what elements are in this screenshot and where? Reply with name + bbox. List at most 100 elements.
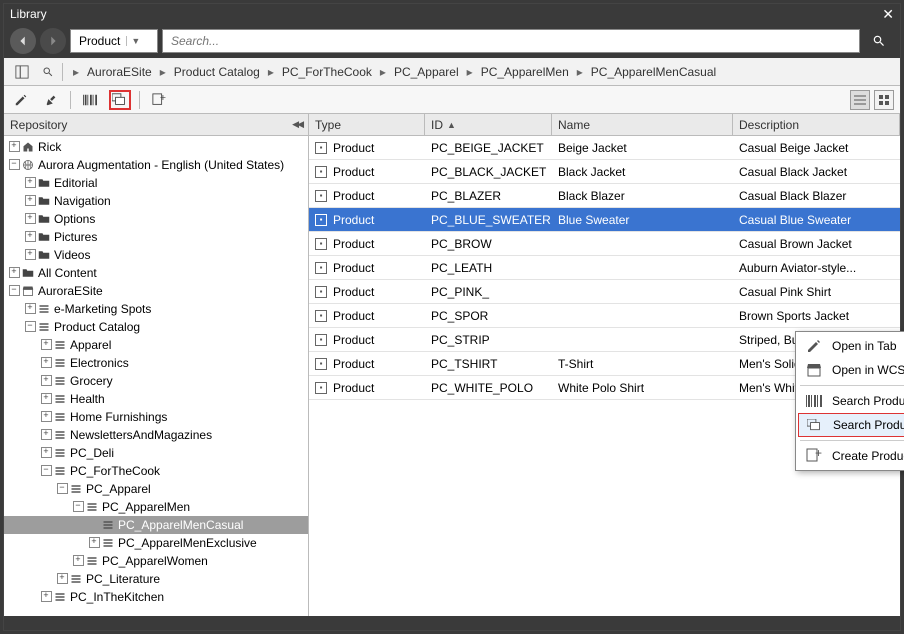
tree-toggle-icon[interactable] [40,408,52,426]
tree-toggle-icon[interactable] [24,174,36,192]
table-row[interactable]: ▪ProductPC_BLUE_SWEATERBlue SweaterCasua… [309,208,900,232]
search-pictures-icon[interactable] [109,90,131,110]
tree-row[interactable]: Health [4,390,308,408]
tree-row[interactable]: PC_ApparelMen [4,498,308,516]
tree-row[interactable]: Rick [4,138,308,156]
repository-tree[interactable]: RickAurora Augmentation - English (Unite… [4,136,308,616]
table-row[interactable]: ▪ProductPC_BLAZERBlack BlazerCasual Blac… [309,184,900,208]
tree-row[interactable]: PC_ApparelWomen [4,552,308,570]
tree-toggle-icon[interactable] [56,480,68,498]
tree-row[interactable]: Videos [4,246,308,264]
tree-row[interactable]: PC_ApparelMenCasual [4,516,308,534]
table-row[interactable]: ▪ProductPC_BROWCasual Brown Jacket [309,232,900,256]
back-button[interactable] [10,28,36,54]
search-button[interactable] [864,29,894,53]
tree-toggle-icon[interactable] [8,264,20,282]
barcode-icon[interactable] [79,89,101,111]
grid-view-button[interactable] [874,90,894,110]
tree-toggle-icon[interactable] [88,534,100,552]
pencil-icon[interactable] [10,89,32,111]
col-desc[interactable]: Description [733,114,900,135]
pen-icon[interactable] [40,89,62,111]
tree-row[interactable]: Grocery [4,372,308,390]
table-row[interactable]: ▪ProductPC_LEATHAuburn Aviator-style... [309,256,900,280]
list-icon [36,321,52,333]
tree-toggle-icon[interactable] [24,228,36,246]
tree-toggle-icon[interactable] [40,336,52,354]
address-dropdown[interactable]: Product ▼ [70,29,158,53]
tree-toggle-icon[interactable] [8,282,20,300]
col-name[interactable]: Name [552,114,733,135]
tree-toggle-icon[interactable] [24,300,36,318]
list-icon [52,447,68,459]
tree-toggle-icon[interactable] [40,354,52,372]
col-type[interactable]: Type [309,114,425,135]
tree-row[interactable]: Electronics [4,354,308,372]
tree-toggle-icon[interactable] [40,462,52,480]
close-icon[interactable]: ✕ [882,7,894,21]
col-id[interactable]: ID ▲ [425,114,552,135]
tree-toggle-icon[interactable] [24,246,36,264]
breadcrumb-item[interactable]: PC_ForTheCook [282,65,372,79]
breadcrumb-item[interactable]: AuroraESite [87,65,152,79]
collapse-icon[interactable]: ◀◀ [292,119,302,130]
list-view-button[interactable] [850,90,870,110]
tree-toggle-icon[interactable] [40,444,52,462]
context-item[interactable]: Open in WCS Management [798,358,904,382]
tree-row[interactable]: Home Furnishings [4,408,308,426]
barcode-icon [806,395,822,407]
tree-row[interactable]: PC_ForTheCook [4,462,308,480]
tree-toggle-icon[interactable] [24,210,36,228]
breadcrumb-item[interactable]: PC_ApparelMenCasual [591,65,716,79]
tree-row[interactable]: PC_Apparel [4,480,308,498]
table-row[interactable]: ▪ProductPC_BLACK_JACKETBlack JacketCasua… [309,160,900,184]
forward-button[interactable] [40,28,66,54]
breadcrumb-item[interactable]: PC_ApparelMen [481,65,569,79]
tree-toggle-icon[interactable] [72,498,84,516]
tree-row[interactable]: All Content [4,264,308,282]
tree-row[interactable]: PC_Deli [4,444,308,462]
tree-toggle-icon[interactable] [40,372,52,390]
folder-icon [36,195,52,207]
tree-row[interactable]: PC_ApparelMenExclusive [4,534,308,552]
create-teaser-icon[interactable]: + [148,89,170,111]
search-icon[interactable] [36,61,60,83]
tree-row[interactable]: Navigation [4,192,308,210]
table-row[interactable]: ▪ProductPC_PINK_Casual Pink Shirt [309,280,900,304]
tree-toggle-icon[interactable] [40,588,52,606]
tree-row[interactable]: e-Marketing Spots [4,300,308,318]
tree-toggle-icon[interactable] [88,516,100,534]
tree-row[interactable]: Options [4,210,308,228]
tree-row[interactable]: NewslettersAndMagazines [4,426,308,444]
table-row[interactable]: ▪ProductPC_SPORBrown Sports Jacket [309,304,900,328]
tree-toggle-icon[interactable] [8,138,20,156]
breadcrumb-item[interactable]: Product Catalog [174,65,260,79]
tree-row[interactable]: PC_InTheKitchen [4,588,308,606]
context-item[interactable]: +Create Product Teaser [798,444,904,468]
table-row[interactable]: ▪ProductPC_BEIGE_JACKETBeige JacketCasua… [309,136,900,160]
tree-toggle-icon[interactable] [72,552,84,570]
context-item[interactable]: Search Product Variants [798,389,904,413]
list-icon [52,465,68,477]
context-item[interactable]: Search Product Pictures [798,413,904,437]
tree-toggle-icon[interactable] [40,390,52,408]
context-item-label: Open in Tab [832,339,897,353]
tree-row[interactable]: Apparel [4,336,308,354]
tree-row[interactable]: Product Catalog [4,318,308,336]
tree-row[interactable]: Editorial [4,174,308,192]
tree-row[interactable]: Pictures [4,228,308,246]
search-input[interactable] [167,34,855,48]
cell-desc: Casual Black Blazer [733,189,900,203]
tree-toggle-icon[interactable] [56,570,68,588]
tree-toggle-icon[interactable] [24,318,36,336]
cell-name: White Polo Shirt [552,381,733,395]
breadcrumb-item[interactable]: PC_Apparel [394,65,459,79]
tree-toggle-icon[interactable] [8,156,20,174]
tree-row[interactable]: AuroraESite [4,282,308,300]
tree-row[interactable]: PC_Literature [4,570,308,588]
tree-row[interactable]: Aurora Augmentation - English (United St… [4,156,308,174]
tree-toggle-icon[interactable] [24,192,36,210]
tree-toggle-button[interactable] [10,61,34,83]
tree-toggle-icon[interactable] [40,426,52,444]
context-item[interactable]: Open in Tab [798,334,904,358]
